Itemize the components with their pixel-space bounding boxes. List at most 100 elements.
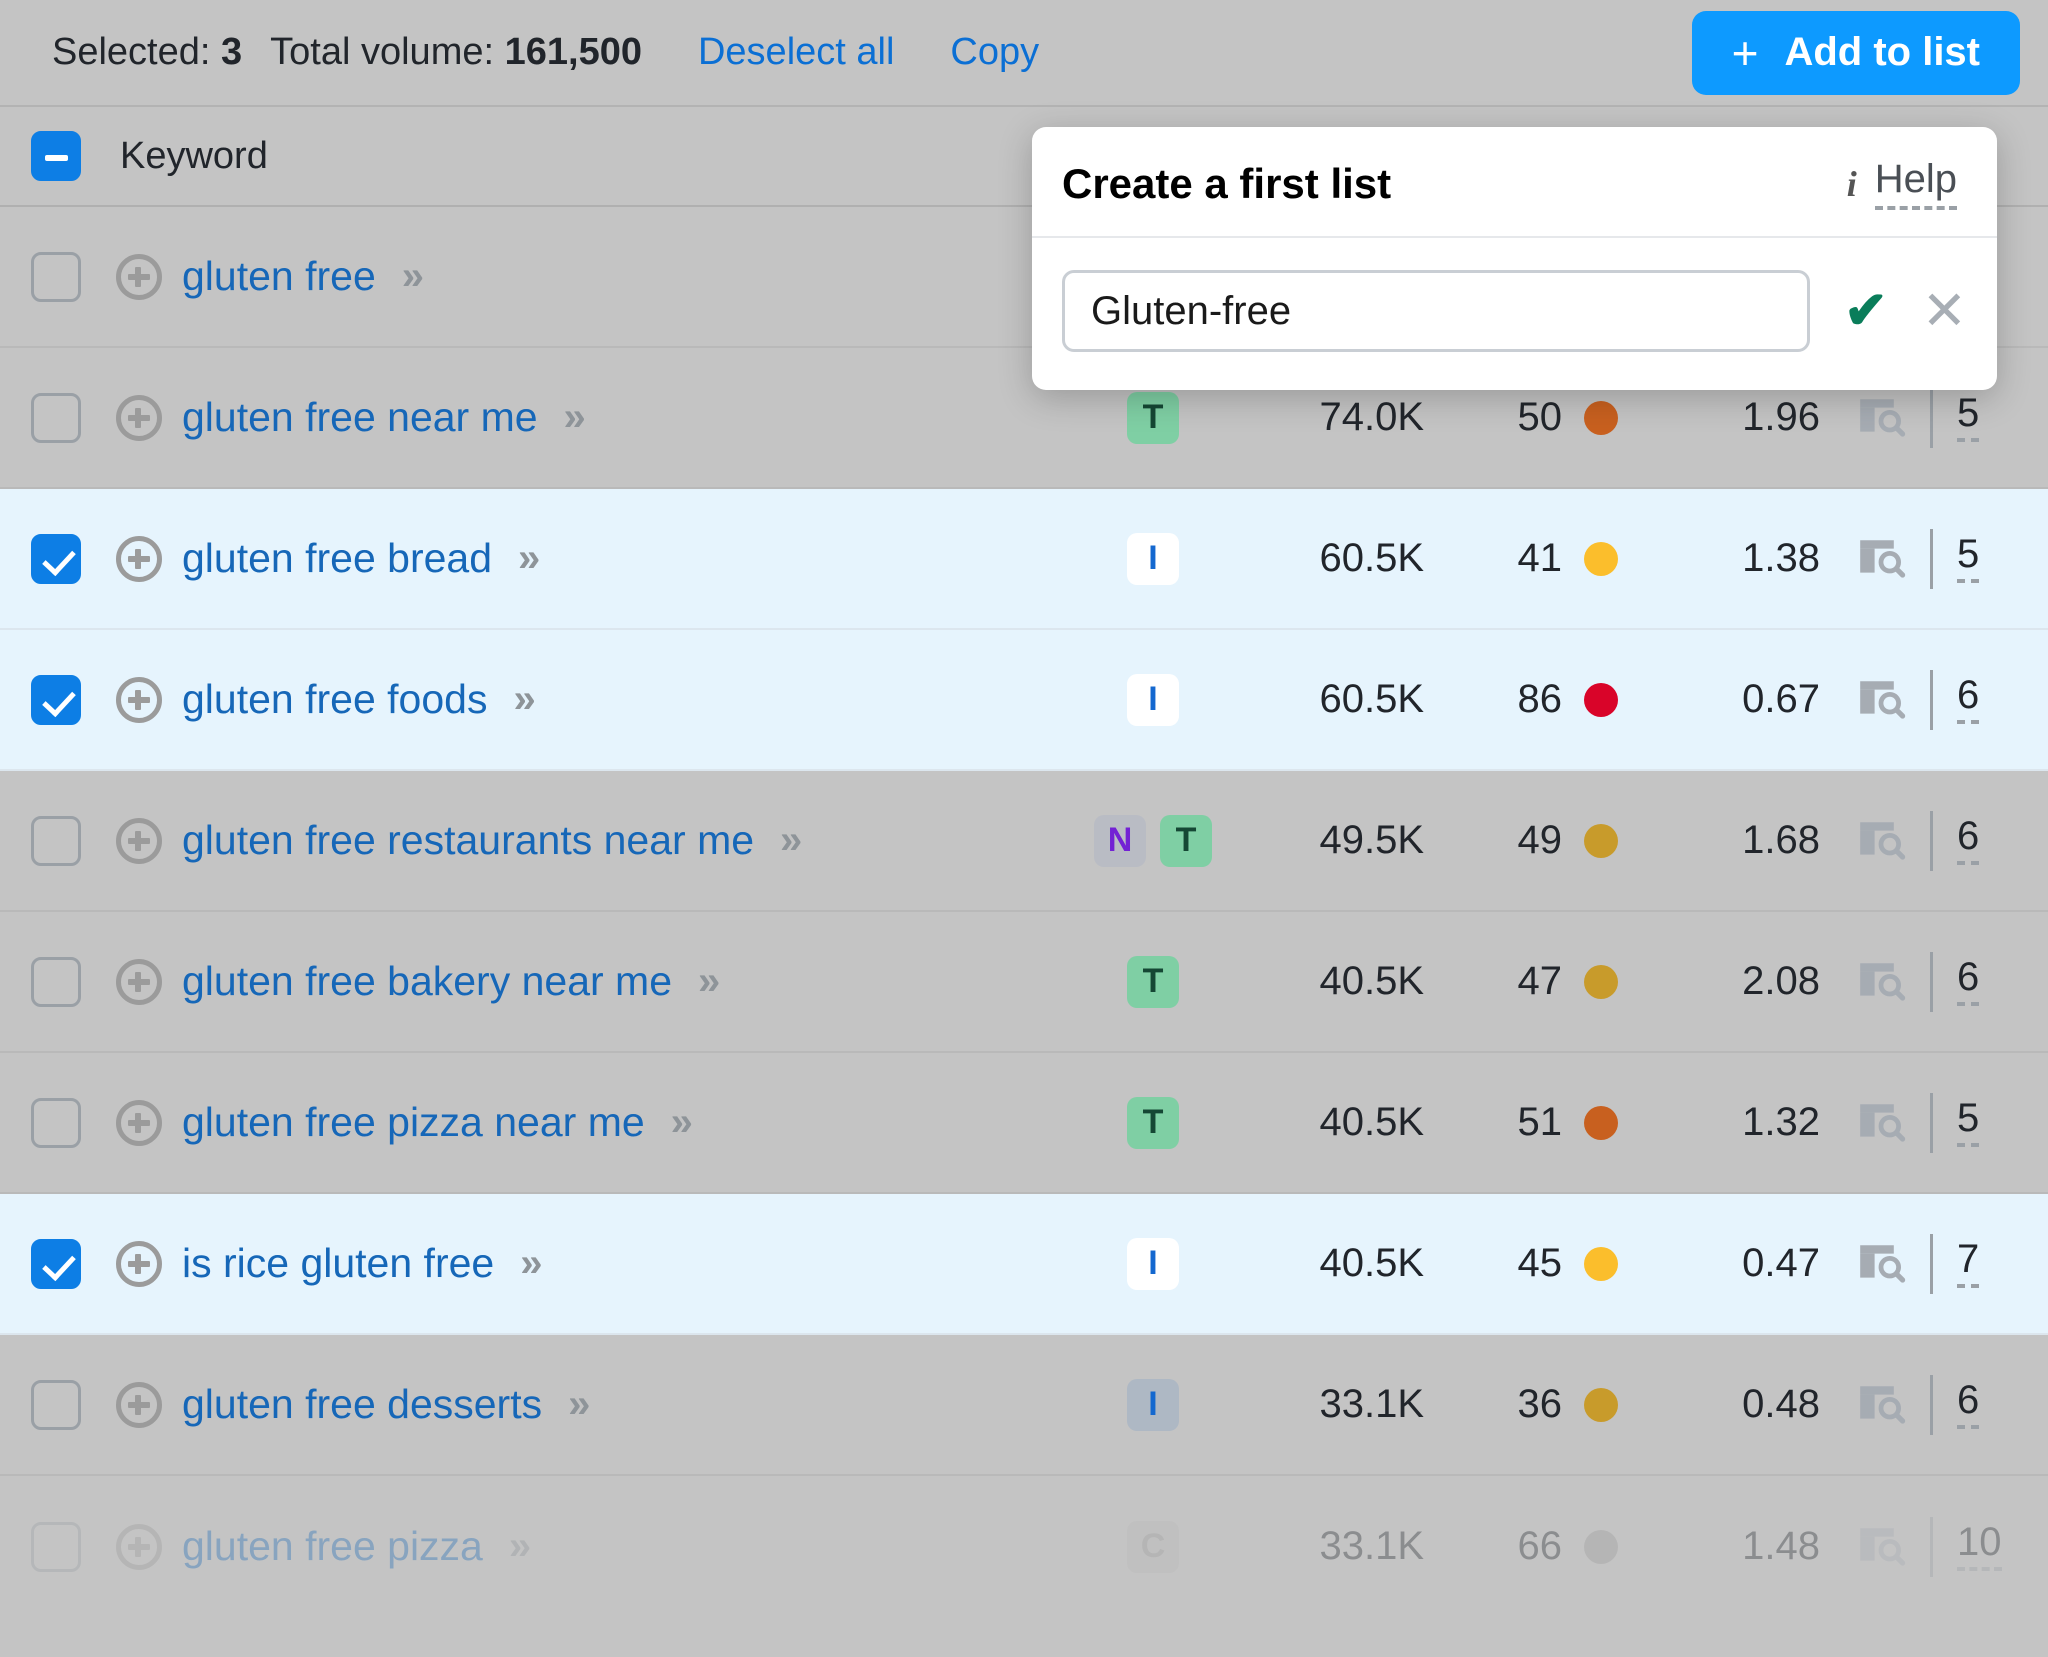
- add-keyword-plus-icon[interactable]: [116, 394, 162, 441]
- serp-preview-icon[interactable]: [1856, 1383, 1906, 1427]
- cpc-cell: 1.68: [1742, 818, 1820, 862]
- table-row[interactable]: gluten free foods » I 60.5K 86 0.67 6: [0, 630, 2048, 771]
- intent-badge-t[interactable]: T: [1160, 814, 1212, 867]
- row-checkbox[interactable]: [31, 1238, 81, 1289]
- keyword-link[interactable]: gluten free near me: [182, 394, 538, 441]
- serp-results-count[interactable]: 7: [1957, 1239, 1980, 1288]
- divider: [1930, 1233, 1933, 1294]
- row-checkbox[interactable]: [31, 956, 81, 1007]
- volume-cell: 40.5K: [1319, 959, 1424, 1003]
- add-keyword-plus-icon[interactable]: [116, 535, 162, 582]
- add-keyword-plus-icon[interactable]: [116, 253, 162, 300]
- keyword-cell: gluten free pizza near me »: [112, 1099, 1078, 1146]
- intent-badge-c[interactable]: C: [1127, 1520, 1179, 1573]
- keyword-cell: is rice gluten free »: [112, 1240, 1078, 1287]
- serp-results-count[interactable]: 10: [1957, 1522, 2002, 1571]
- serp-cell: 6: [1848, 1374, 2048, 1435]
- keyword-link[interactable]: is rice gluten free: [182, 1240, 494, 1287]
- add-keyword-plus-icon[interactable]: [116, 958, 162, 1005]
- table-row[interactable]: gluten free desserts » I 33.1K 36 0.48 6: [0, 1335, 2048, 1476]
- serp-preview-icon[interactable]: [1856, 1242, 1906, 1286]
- add-keyword-plus-icon[interactable]: [116, 817, 162, 864]
- chevron-double-right-icon[interactable]: »: [513, 677, 537, 722]
- serp-results-count[interactable]: 6: [1957, 957, 1980, 1006]
- serp-preview-icon[interactable]: [1856, 1101, 1906, 1145]
- copy-link[interactable]: Copy: [950, 31, 1039, 74]
- intent-badge-i[interactable]: I: [1127, 1237, 1179, 1290]
- add-to-list-button[interactable]: + Add to list: [1691, 10, 2020, 95]
- table-body: gluten free » Igluten free near me » T 74.0K 5…: [0, 207, 2048, 1617]
- serp-cell: 5: [1848, 387, 2048, 448]
- row-checkbox[interactable]: [31, 1097, 81, 1148]
- chevron-double-right-icon[interactable]: »: [568, 1382, 592, 1427]
- chevron-double-right-icon[interactable]: »: [509, 1524, 533, 1569]
- keyword-link[interactable]: gluten free: [182, 253, 376, 300]
- serp-results-count[interactable]: 5: [1957, 1098, 1980, 1147]
- volume-cell: 60.5K: [1319, 677, 1424, 721]
- table-row[interactable]: is rice gluten free » I 40.5K 45 0.47 7: [0, 1194, 2048, 1335]
- info-icon[interactable]: i: [1847, 163, 1857, 205]
- row-checkbox[interactable]: [31, 392, 81, 443]
- chevron-double-right-icon[interactable]: »: [402, 254, 426, 299]
- keyword-link[interactable]: gluten free restaurants near me: [182, 817, 754, 864]
- help-link[interactable]: Help: [1874, 157, 1957, 210]
- keyword-link[interactable]: gluten free bread: [182, 535, 492, 582]
- add-keyword-plus-icon[interactable]: [116, 676, 162, 723]
- serp-preview-icon[interactable]: [1856, 396, 1906, 440]
- serp-preview-icon[interactable]: [1856, 678, 1906, 722]
- serp-results-count[interactable]: 6: [1957, 1380, 1980, 1429]
- add-keyword-plus-icon[interactable]: [116, 1099, 162, 1146]
- chevron-double-right-icon[interactable]: »: [520, 1241, 544, 1286]
- row-checkbox[interactable]: [31, 251, 81, 302]
- cpc-cell: 1.48: [1742, 1524, 1820, 1568]
- intent-badge-i[interactable]: I: [1127, 673, 1179, 726]
- kd-value: 86: [1517, 677, 1563, 721]
- select-all-checkbox[interactable]: [31, 131, 81, 181]
- intent-badge-i[interactable]: I: [1127, 1378, 1179, 1431]
- divider: [1930, 1092, 1933, 1153]
- serp-cell: 6: [1848, 669, 2048, 730]
- cancel-close-icon[interactable]: ✕: [1922, 284, 1967, 338]
- table-row[interactable]: gluten free pizza near me » T 40.5K 51 1.32 5: [0, 1053, 2048, 1194]
- serp-preview-icon[interactable]: [1856, 960, 1906, 1004]
- intent-badge-n[interactable]: N: [1094, 814, 1146, 867]
- deselect-all-link[interactable]: Deselect all: [698, 31, 894, 74]
- serp-results-count[interactable]: 5: [1957, 534, 1980, 583]
- chevron-double-right-icon[interactable]: »: [671, 1100, 695, 1145]
- chevron-double-right-icon[interactable]: »: [780, 818, 804, 863]
- table-row[interactable]: gluten free restaurants near me » N T 49.5K 4…: [0, 771, 2048, 912]
- table-row[interactable]: gluten free bakery near me » T 40.5K 47 2.08 6: [0, 912, 2048, 1053]
- chevron-double-right-icon[interactable]: »: [564, 395, 588, 440]
- keyword-link[interactable]: gluten free pizza near me: [182, 1099, 645, 1146]
- serp-results-count[interactable]: 6: [1957, 675, 1980, 724]
- confirm-check-icon[interactable]: ✔: [1844, 285, 1888, 337]
- keyword-link[interactable]: gluten free bakery near me: [182, 958, 672, 1005]
- serp-preview-icon[interactable]: [1856, 1525, 1906, 1569]
- list-name-input[interactable]: Gluten-free: [1062, 270, 1811, 352]
- intent-badge-t[interactable]: T: [1127, 391, 1179, 444]
- keyword-link[interactable]: gluten free desserts: [182, 1381, 542, 1428]
- serp-results-count[interactable]: 5: [1957, 393, 1980, 442]
- serp-preview-icon[interactable]: [1856, 819, 1906, 863]
- intent-badge-i[interactable]: I: [1127, 532, 1179, 585]
- row-checkbox[interactable]: [31, 1379, 81, 1430]
- chevron-double-right-icon[interactable]: »: [518, 536, 542, 581]
- add-keyword-plus-icon[interactable]: [116, 1240, 162, 1287]
- add-keyword-plus-icon[interactable]: [116, 1381, 162, 1428]
- row-checkbox[interactable]: [31, 533, 81, 584]
- cpc-cell: 0.48: [1742, 1382, 1820, 1426]
- intent-badge-t[interactable]: T: [1127, 955, 1179, 1008]
- serp-preview-icon[interactable]: [1856, 537, 1906, 581]
- keyword-link[interactable]: gluten free pizza: [182, 1523, 483, 1570]
- table-row[interactable]: gluten free pizza » C 33.1K 66 1.48 10: [0, 1476, 2048, 1617]
- row-checkbox[interactable]: [31, 1521, 81, 1572]
- chevron-double-right-icon[interactable]: »: [698, 959, 722, 1004]
- header-keyword-cell: Keyword: [112, 135, 1078, 178]
- row-checkbox[interactable]: [31, 674, 81, 725]
- row-checkbox[interactable]: [31, 815, 81, 866]
- intent-badge-t[interactable]: T: [1127, 1096, 1179, 1149]
- serp-results-count[interactable]: 6: [1957, 816, 1980, 865]
- add-keyword-plus-icon[interactable]: [116, 1523, 162, 1570]
- keyword-link[interactable]: gluten free foods: [182, 676, 487, 723]
- table-row[interactable]: gluten free bread » I 60.5K 41 1.38 5: [0, 489, 2048, 630]
